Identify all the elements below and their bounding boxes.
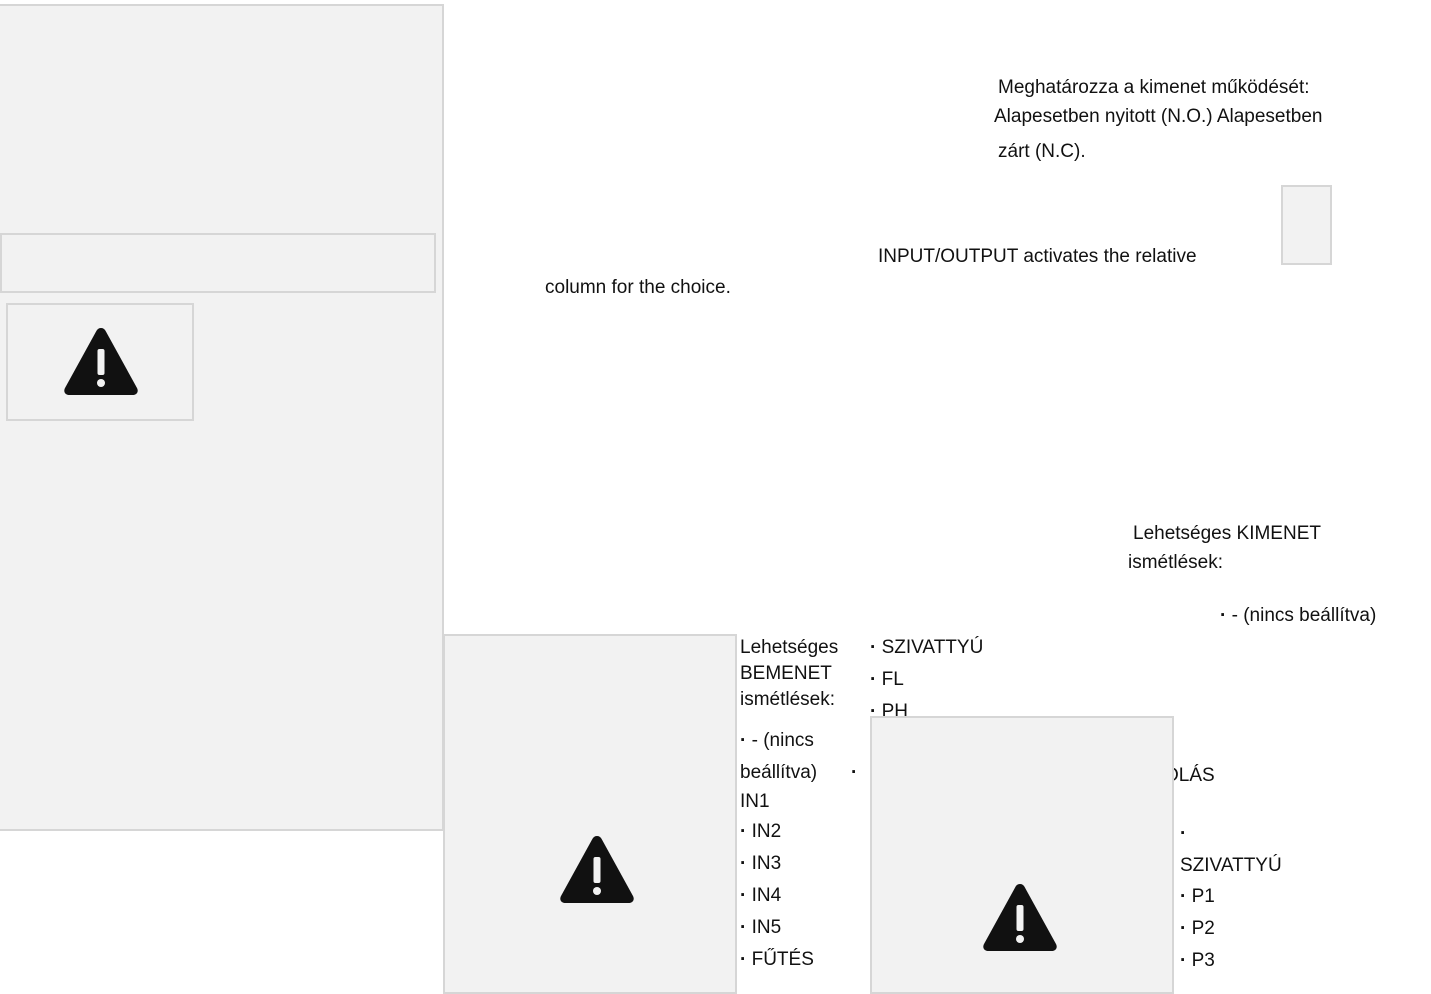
warning-triangle-icon: [983, 884, 1057, 951]
clipped-top-text: [0, 0, 600, 2]
output-warning-panel: [870, 716, 1174, 994]
input-repeats-unset-line1: - (nincs: [740, 725, 814, 757]
right-list-pump-label: SZIVATTYÚ: [1180, 855, 1282, 876]
output-mode-description-line1: Meghatározza a kimenet működését:: [998, 77, 1310, 98]
list-item: FŰTÉS: [740, 944, 814, 976]
output-repeats-title-line2: ismétlések:: [1128, 552, 1224, 573]
input-repeats-list: IN2 IN3 IN4 IN5 FŰTÉS: [740, 816, 814, 976]
list-item: P3: [1180, 945, 1215, 977]
input-warning-panel: [443, 634, 737, 994]
warning-triangle-icon: [64, 328, 138, 395]
bullet-icon: ·: [851, 762, 858, 783]
io-note-line2: column for the choice.: [545, 277, 731, 298]
input-repeats-unset-line2: beállítva): [740, 762, 818, 783]
list-item: IN2: [740, 816, 814, 848]
warning-box: [6, 303, 194, 421]
output-repeats-unset-option: - (nincs beállítva): [1220, 600, 1377, 632]
list-item: SZIVATTYÚ: [870, 632, 1170, 664]
output-mode-description-line2: Alapesetben nyitott (N.O.) Alapesetben: [994, 106, 1323, 127]
list-item: IN5: [740, 912, 814, 944]
bullet-icon: ·: [1180, 823, 1187, 844]
warning-triangle-icon: [560, 836, 634, 903]
output-mode-description-line3: zárt (N.C).: [998, 141, 1086, 162]
small-checkbox-area[interactable]: [1281, 185, 1332, 265]
input-repeats-in1: IN1: [740, 791, 770, 812]
main-panel: [0, 4, 444, 831]
output-repeats-title-line1: Lehetséges KIMENET: [1133, 523, 1321, 544]
io-note-line1: INPUT/OUTPUT activates the relative: [878, 246, 1197, 267]
input-repeats-title-line3: ismétlések:: [740, 689, 836, 710]
option-bar[interactable]: [0, 233, 436, 293]
list-item: FL: [870, 664, 1170, 696]
list-item: P1: [1180, 881, 1215, 913]
list-item: IN3: [740, 848, 814, 880]
list-item: P2: [1180, 913, 1215, 945]
list-item: IN4: [740, 880, 814, 912]
right-options-list: P1 P2 P3: [1180, 881, 1215, 977]
mid-options-list: SZIVATTYÚ FL PH: [870, 632, 1170, 728]
